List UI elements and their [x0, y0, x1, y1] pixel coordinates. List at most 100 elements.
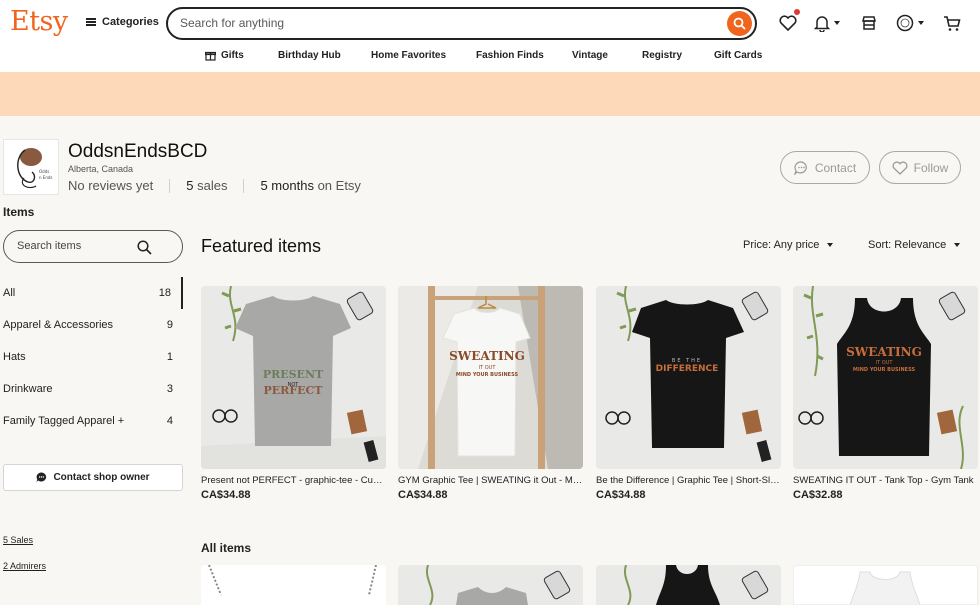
section-item-all[interactable]: All 18 [3, 277, 183, 309]
listing-image[interactable] [398, 565, 583, 605]
shop-name: OddsnEndsBCD [68, 141, 208, 162]
chat-icon [793, 160, 807, 175]
shop-logo[interactable]: Odds n Ends [3, 139, 59, 195]
nav-gifts[interactable]: Gifts [205, 50, 244, 61]
notifications-button[interactable] [810, 12, 844, 34]
listing-image[interactable]: PRESENT NOT PERFECT [201, 286, 386, 469]
listing-title[interactable]: Present not PERFECT - graphic-tee - Cust… [201, 475, 386, 486]
price-filter-label: Price: Any price [743, 239, 820, 251]
search-icon [733, 17, 746, 30]
admirers-link[interactable]: 2 Admirers [3, 561, 46, 571]
site-header: Etsy Categories Gifts Birthday Hub Home … [0, 0, 980, 72]
chevron-down-icon [918, 21, 924, 25]
svg-text:DIFFERENCE: DIFFERENCE [656, 364, 719, 374]
nav-vintage[interactable]: Vintage [572, 50, 608, 61]
nav-fashion-finds[interactable]: Fashion Finds [476, 50, 544, 61]
section-list: All 18 Apparel & Accessories 9 Hats 1 Drink… [3, 277, 183, 437]
contact-owner-label: Contact shop owner [53, 472, 150, 483]
notification-dot [794, 9, 800, 15]
sales-label: sales [197, 178, 228, 193]
sort-dropdown[interactable]: Sort: Relevance [868, 239, 961, 251]
nav-gifts-label: Gifts [221, 50, 244, 61]
section-label: Drinkware [3, 383, 53, 395]
svg-text:SWEATING: SWEATING [449, 349, 525, 363]
listing-card[interactable]: BE THE DIFFERENCE Be the Difference | Gr… [596, 286, 781, 501]
featured-heading: Featured items [201, 236, 322, 256]
search-button[interactable] [727, 11, 752, 36]
categories-button[interactable]: Categories [86, 16, 159, 28]
categories-label: Categories [102, 16, 159, 28]
svg-text:IT OUT: IT OUT [876, 360, 894, 366]
nav-home-favorites[interactable]: Home Favorites [371, 50, 446, 61]
listing-image[interactable]: SWEATING IT OUT MIND YOUR BUSINESS [793, 286, 978, 469]
section-item-family[interactable]: Family Tagged Apparel + 4 [3, 405, 183, 437]
sales-link[interactable]: 5 Sales [3, 535, 33, 545]
chat-icon [36, 472, 47, 482]
cart-icon [944, 15, 961, 31]
contact-button[interactable]: Contact [780, 151, 870, 184]
shop-banner [0, 72, 980, 116]
shop-age-label: on Etsy [317, 178, 361, 193]
follow-button[interactable]: Follow [879, 151, 961, 184]
heart-icon [892, 160, 908, 175]
shop-search-input[interactable] [17, 240, 137, 252]
listing-price: CA$34.88 [596, 489, 646, 501]
listing-title[interactable]: SWEATING IT OUT - Tank Top - Gym Tank [793, 475, 978, 486]
listing-title[interactable]: Be the Difference | Graphic Tee | Short-… [596, 475, 781, 486]
shop-location: Alberta, Canada [68, 164, 134, 174]
section-label: Hats [3, 351, 26, 363]
chevron-down-icon [834, 21, 840, 25]
chevron-down-icon [954, 243, 961, 247]
listing-price: CA$32.88 [793, 489, 843, 501]
nav-birthday-hub[interactable]: Birthday Hub [278, 50, 341, 61]
contact-label: Contact [814, 160, 857, 175]
sort-label: Sort: Relevance [868, 239, 947, 251]
listing-image[interactable]: SWEATING IT OUT MIND YOUR BUSINESS [398, 286, 583, 469]
shop-search-bar [3, 230, 183, 263]
cart-button[interactable] [940, 12, 964, 34]
etsy-logo[interactable]: Etsy [10, 6, 68, 37]
section-label: All [3, 287, 16, 299]
nav-registry[interactable]: Registry [642, 50, 682, 61]
svg-text:IT OUT: IT OUT [479, 365, 497, 371]
search-input[interactable] [180, 16, 720, 30]
nav-gift-cards[interactable]: Gift Cards [714, 50, 762, 61]
sales-count: 5 [186, 178, 194, 193]
chevron-down-icon [827, 243, 834, 247]
section-count: 3 [166, 383, 173, 395]
shop-age: 5 months [260, 178, 314, 193]
avatar-icon [896, 14, 914, 32]
account-button[interactable] [893, 12, 927, 34]
listing-title[interactable]: GYM Graphic Tee | SWEATING it Out - Mind… [398, 475, 583, 486]
price-filter-dropdown[interactable]: Price: Any price [743, 239, 834, 251]
svg-text:SWEATING: SWEATING [846, 345, 922, 359]
section-item-drinkware[interactable]: Drinkware 3 [3, 373, 183, 405]
listing-image[interactable] [793, 565, 978, 605]
section-item-apparel[interactable]: Apparel & Accessories 9 [3, 309, 183, 341]
svg-text:n Ends: n Ends [39, 175, 53, 180]
all-items-heading: All items [201, 541, 252, 555]
svg-text:PRESENT: PRESENT [263, 368, 324, 381]
svg-text:MIND YOUR BUSINESS: MIND YOUR BUSINESS [853, 367, 916, 373]
heart-icon [779, 15, 797, 31]
listing-image[interactable] [201, 565, 386, 605]
listing-image[interactable] [596, 565, 781, 605]
shop-manager-button[interactable] [857, 12, 881, 34]
section-count: 9 [166, 319, 173, 331]
section-item-hats[interactable]: Hats 1 [3, 341, 183, 373]
svg-text:PERFECT: PERFECT [264, 384, 324, 397]
shop-logo-image: Odds n Ends [17, 148, 53, 189]
section-count: 1 [166, 351, 173, 363]
listing-card[interactable]: SWEATING IT OUT MIND YOUR BUSINESS SWEAT… [793, 286, 978, 501]
listing-card[interactable]: SWEATING IT OUT MIND YOUR BUSINESS GYM G… [398, 286, 583, 501]
svg-text:Odds: Odds [39, 169, 49, 174]
listing-image[interactable]: BE THE DIFFERENCE [596, 286, 781, 469]
divider [243, 178, 245, 193]
contact-shop-owner-button[interactable]: Contact shop owner [3, 464, 183, 491]
gift-icon [205, 51, 216, 61]
section-label: Apparel & Accessories [3, 319, 114, 331]
section-count: 4 [166, 415, 173, 427]
favorites-button[interactable] [776, 9, 800, 34]
search-icon[interactable] [137, 240, 152, 255]
listing-card[interactable]: PRESENT NOT PERFECT Present not PERFECT … [201, 286, 386, 501]
